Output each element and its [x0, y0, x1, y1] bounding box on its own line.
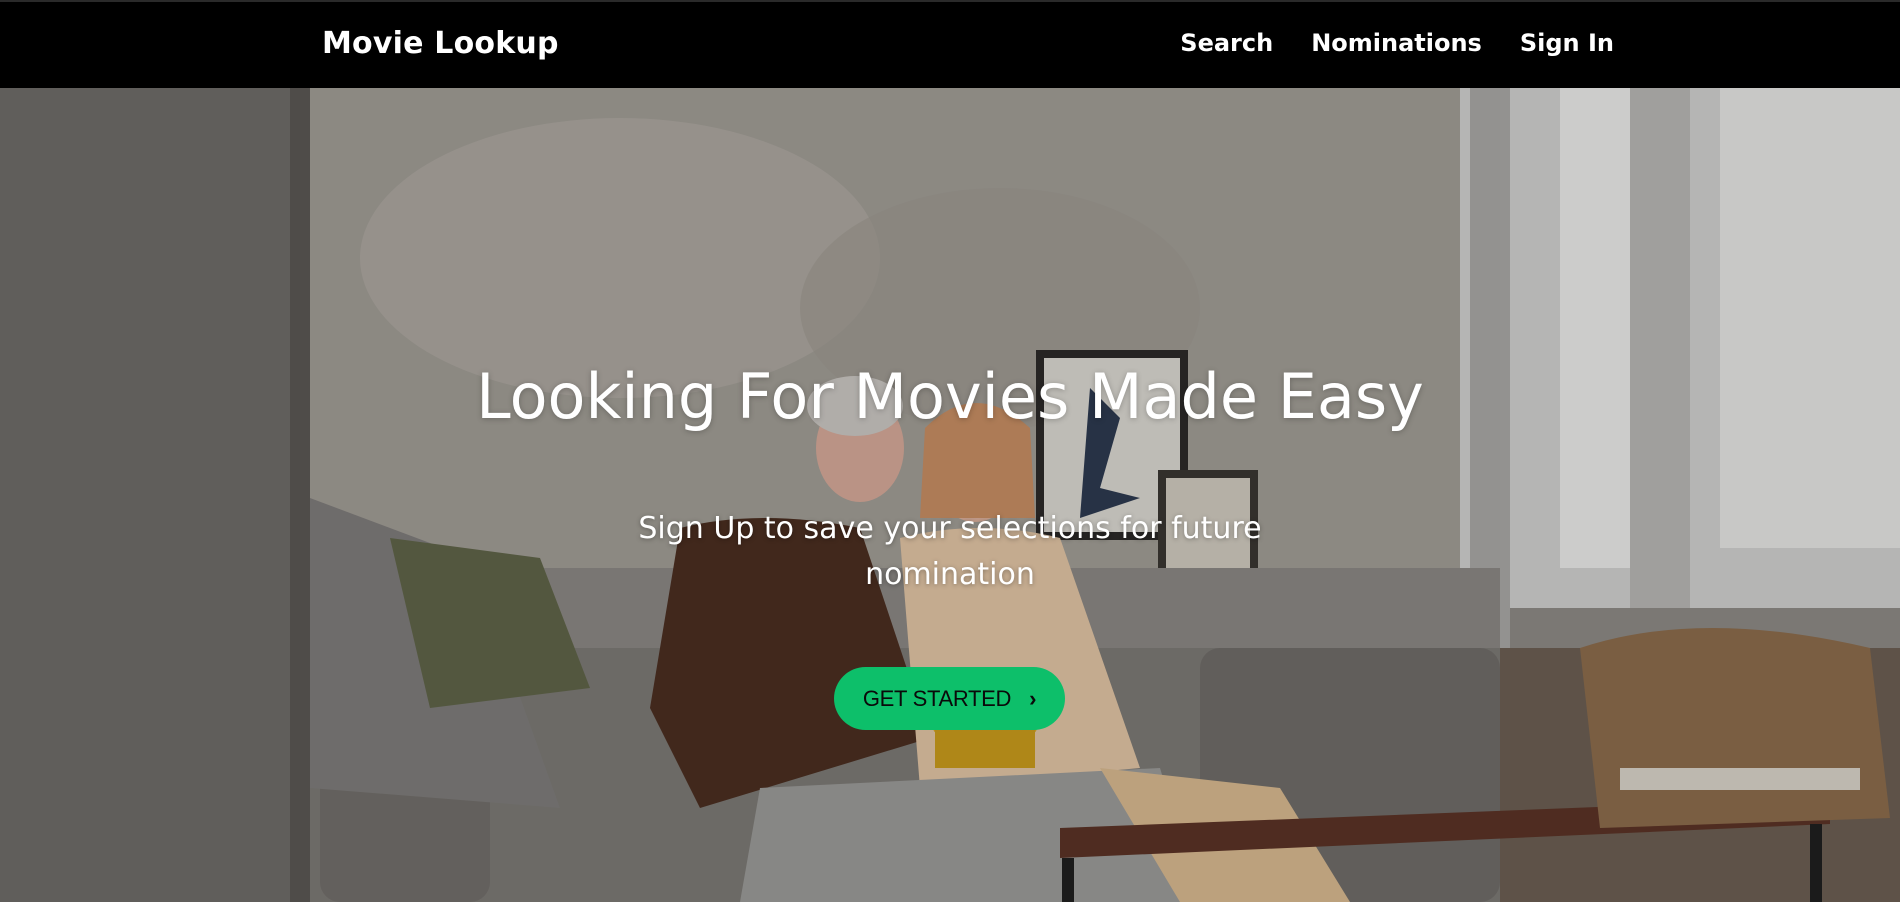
get-started-label: GET STARTED	[862, 685, 1012, 711]
chevron-right-icon: ›	[1029, 685, 1037, 711]
brand-logo[interactable]: Movie Lookup	[322, 26, 559, 61]
hero-title: Looking For Movies Made Easy	[476, 360, 1424, 433]
nav-links: Search Nominations Sign In	[1180, 29, 1614, 57]
nav-link-nominations[interactable]: Nominations	[1311, 29, 1482, 57]
hero-overlay	[0, 88, 1900, 902]
nav-link-sign-in[interactable]: Sign In	[1520, 29, 1614, 57]
hero-section: Looking For Movies Made Easy Sign Up to …	[0, 88, 1900, 902]
get-started-button[interactable]: GET STARTED ›	[834, 667, 1065, 730]
navbar: Movie Lookup Search Nominations Sign In	[0, 0, 1900, 88]
nav-link-search[interactable]: Search	[1180, 29, 1273, 57]
hero-subtitle: Sign Up to save your selections for futu…	[638, 511, 1262, 592]
